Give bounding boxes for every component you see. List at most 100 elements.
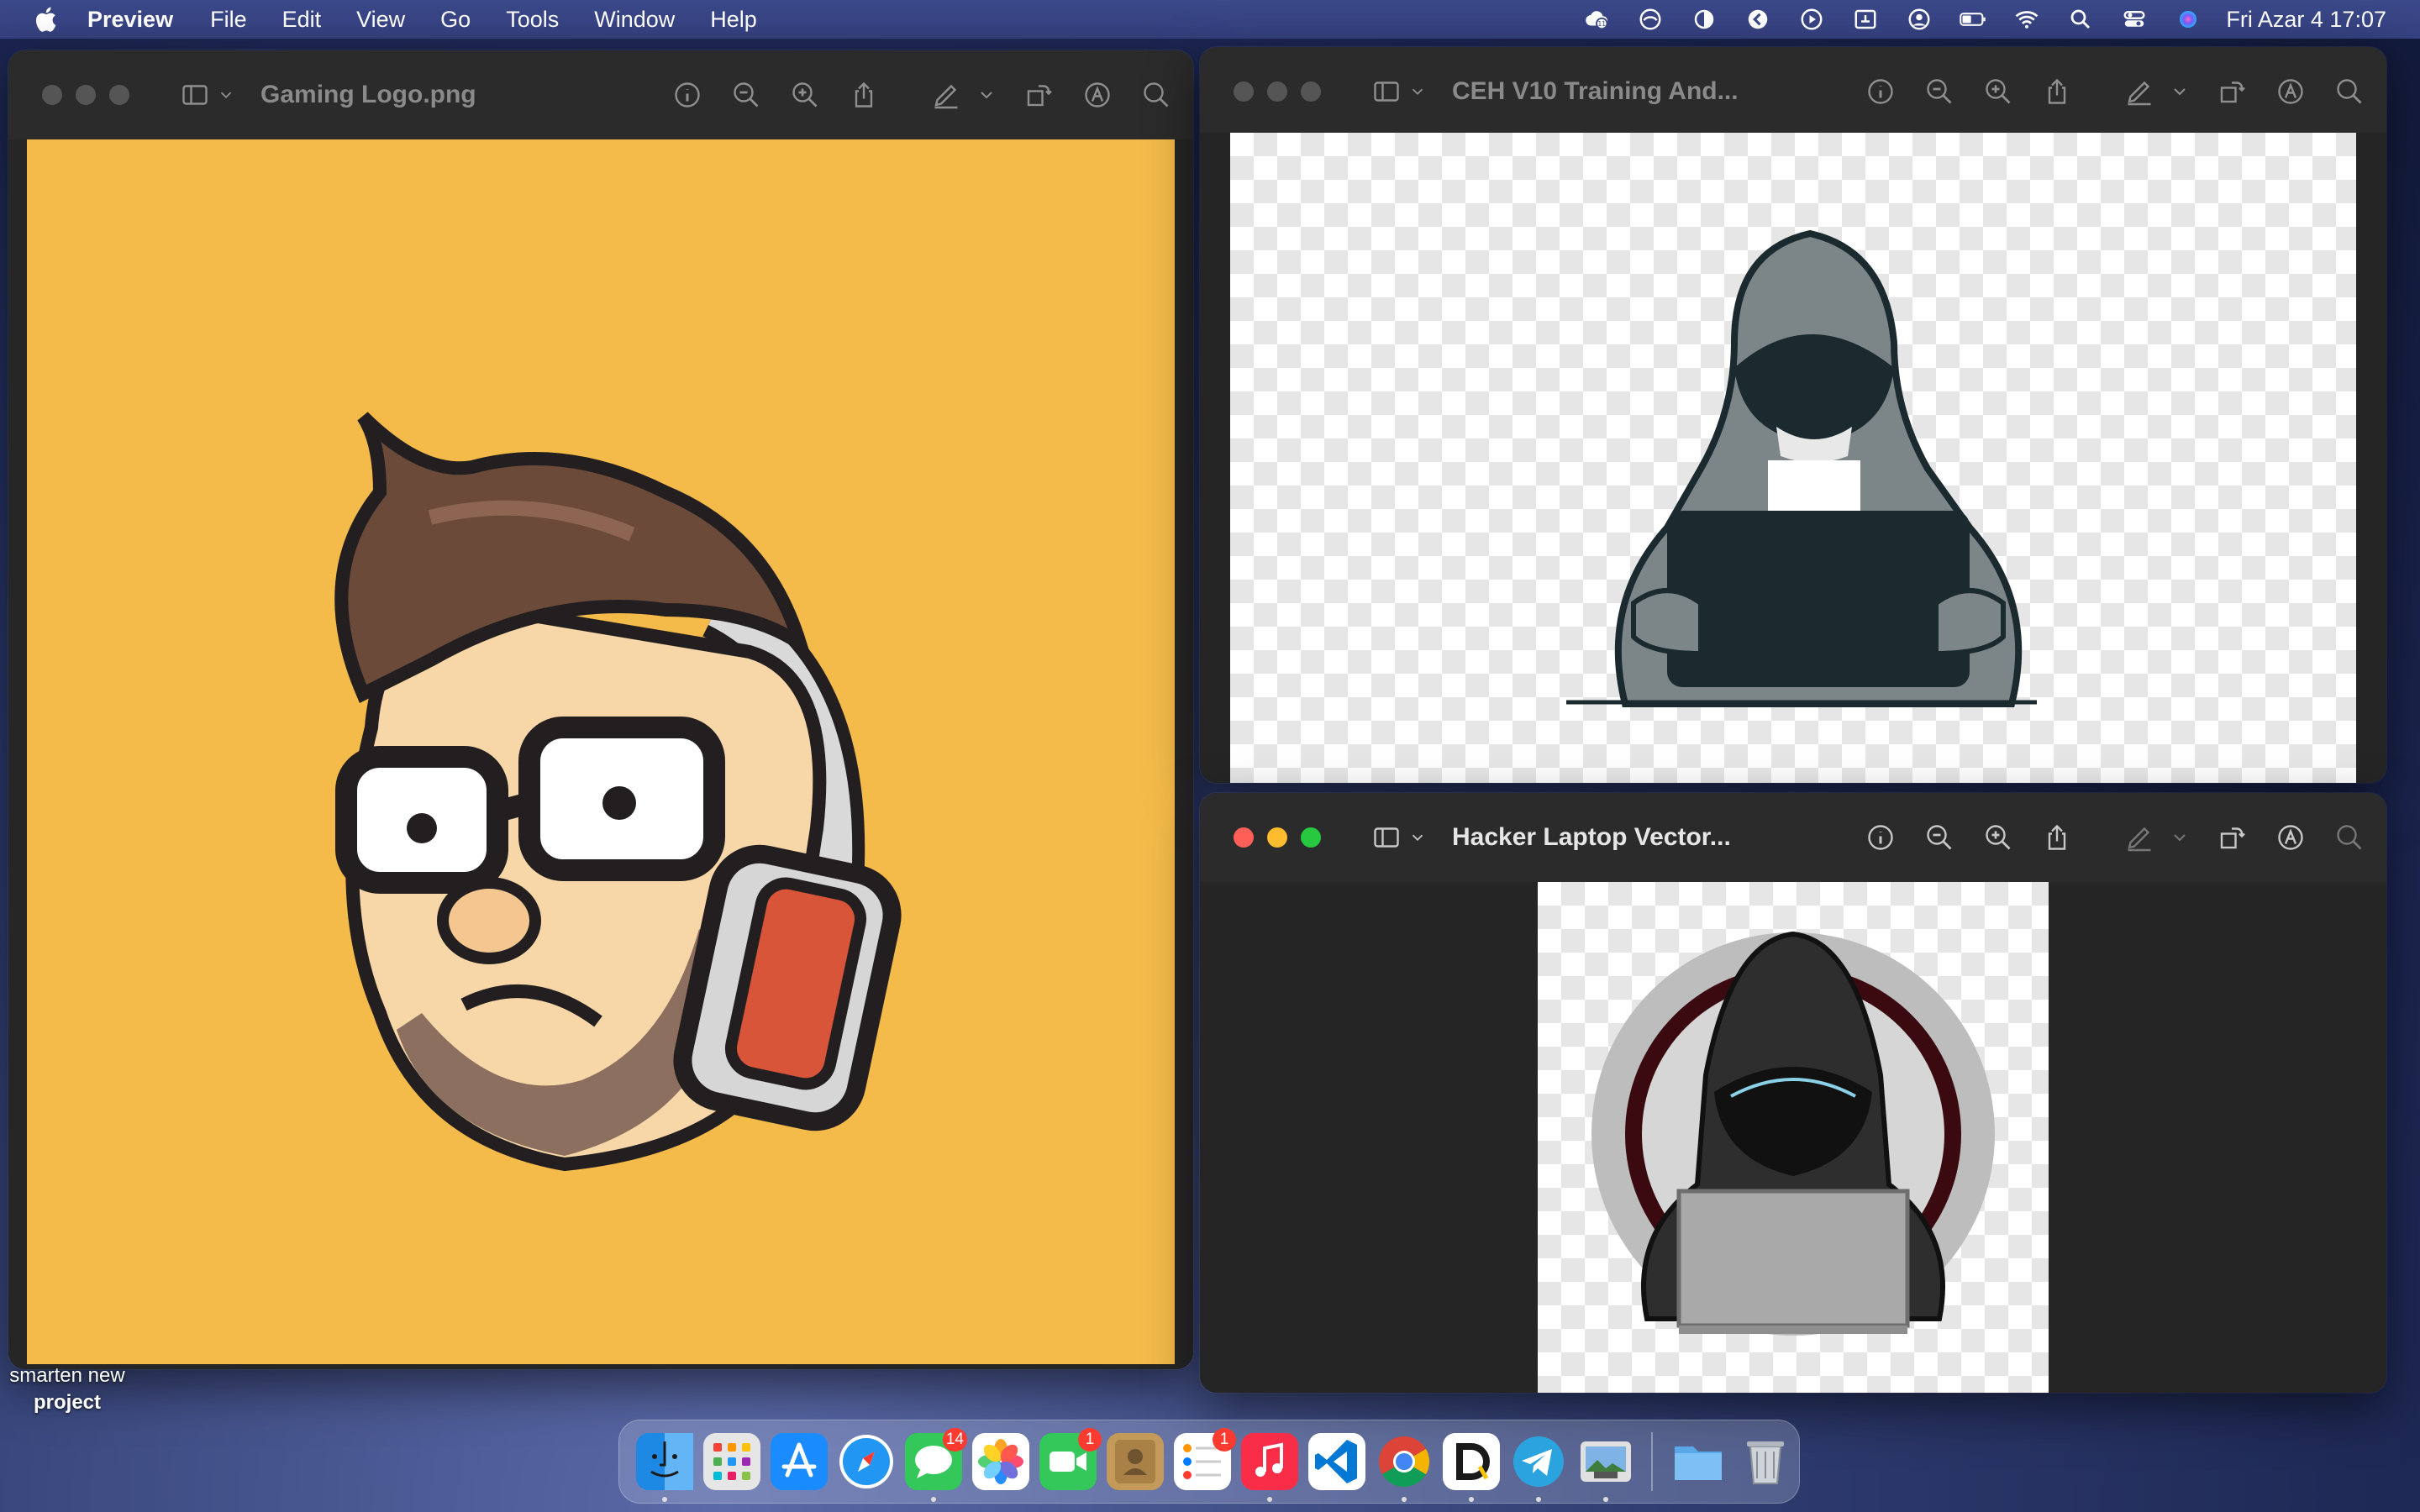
search-icon[interactable] xyxy=(2333,75,2366,108)
dock-chrome[interactable] xyxy=(1376,1433,1433,1502)
zoom-out-icon[interactable] xyxy=(1923,821,1956,854)
share-icon[interactable] xyxy=(2040,821,2074,854)
window-titlebar[interactable]: Gaming Logo.png xyxy=(8,50,1193,139)
zoom-button[interactable] xyxy=(1301,81,1321,102)
hacker-laptop-image xyxy=(1538,882,2049,1393)
contrast-icon[interactable] xyxy=(1688,6,1720,33)
dock-facetime[interactable]: 1 xyxy=(1039,1428,1102,1490)
window-title: Hacker Laptop Vector... xyxy=(1452,823,1731,851)
share-icon[interactable] xyxy=(847,78,881,112)
desktop-item-label[interactable]: smarten new project xyxy=(0,1362,134,1416)
share-icon[interactable] xyxy=(2040,75,2074,108)
zoom-in-icon[interactable] xyxy=(1981,821,2015,854)
chevron-down-icon[interactable] xyxy=(1408,75,1427,108)
app-store-icon xyxy=(771,1433,828,1490)
battery-icon[interactable] xyxy=(1957,6,1989,33)
dock-vscode[interactable] xyxy=(1308,1433,1365,1490)
image-canvas xyxy=(8,139,1193,1369)
menu-app-preview[interactable]: Preview xyxy=(87,7,173,33)
menu-go[interactable]: Go xyxy=(440,7,471,33)
markup-pen-icon[interactable] xyxy=(2123,75,2156,108)
minimize-button[interactable] xyxy=(1267,81,1287,102)
rotate-icon[interactable] xyxy=(1022,78,1055,112)
window-titlebar[interactable]: CEH V10 Training And... xyxy=(1200,47,2386,136)
menu-view[interactable]: View xyxy=(356,7,405,33)
user-circle-icon[interactable] xyxy=(1903,6,1935,33)
preview-window-gaming-logo: Gaming Logo.png xyxy=(8,50,1193,1369)
chrome-icon xyxy=(1379,1436,1430,1487)
zoom-in-icon[interactable] xyxy=(788,78,822,112)
markup-pen-icon[interactable] xyxy=(929,78,963,112)
dock-telegram[interactable] xyxy=(1510,1433,1567,1502)
menu-window[interactable]: Window xyxy=(594,7,675,33)
dock-reminders[interactable]: 1 xyxy=(1174,1428,1236,1490)
arrow-circle-icon[interactable] xyxy=(1742,6,1774,33)
markup-icon[interactable] xyxy=(2274,75,2307,108)
dock-contacts[interactable] xyxy=(1107,1433,1164,1490)
chevron-down-icon[interactable] xyxy=(2170,75,2190,108)
dock-finder[interactable] xyxy=(636,1433,693,1502)
wifi-icon[interactable] xyxy=(2011,6,2043,33)
dock-trash[interactable] xyxy=(1737,1433,1794,1490)
window-title: Gaming Logo.png xyxy=(260,81,476,108)
close-button[interactable] xyxy=(1234,827,1254,848)
hooded-hacker-illustration xyxy=(1566,229,2037,707)
creative-cloud-icon[interactable]: 11 xyxy=(1581,6,1612,33)
dock-music[interactable] xyxy=(1241,1433,1298,1502)
chevron-down-icon[interactable] xyxy=(976,78,997,112)
info-icon[interactable] xyxy=(671,78,704,112)
preview-window-hacker-laptop: Hacker Laptop Vector... xyxy=(1200,793,2386,1393)
markup-pen-icon[interactable] xyxy=(2123,821,2156,854)
dock-app-store[interactable] xyxy=(771,1433,828,1490)
zoom-button[interactable] xyxy=(109,85,129,105)
search-icon[interactable] xyxy=(1139,78,1173,112)
dock-messages[interactable]: 14 xyxy=(905,1428,967,1502)
chevron-down-icon[interactable] xyxy=(217,78,235,112)
sidebar-icon[interactable] xyxy=(1370,821,1403,854)
notification-badge: 1 xyxy=(1078,1428,1102,1452)
contacts-icon xyxy=(1107,1433,1164,1490)
close-button[interactable] xyxy=(1234,81,1254,102)
rotate-icon[interactable] xyxy=(2215,821,2249,854)
chevron-down-icon[interactable] xyxy=(1408,821,1427,854)
sidebar-icon[interactable] xyxy=(178,78,212,112)
dock-launchpad[interactable] xyxy=(703,1433,760,1490)
dock-preview[interactable] xyxy=(1577,1433,1634,1502)
dock-downloads[interactable] xyxy=(1670,1433,1727,1490)
dock-safari[interactable] xyxy=(838,1433,895,1490)
zoom-button[interactable] xyxy=(1301,827,1321,848)
info-icon[interactable] xyxy=(1864,821,1897,854)
window-titlebar[interactable]: Hacker Laptop Vector... xyxy=(1200,793,2386,882)
spotlight-icon[interactable] xyxy=(2065,6,2096,33)
apple-menu-icon[interactable] xyxy=(32,4,62,34)
menu-tools[interactable]: Tools xyxy=(506,7,559,33)
menubar-clock[interactable]: Fri Azar 4 17:07 xyxy=(2226,7,2386,33)
minimize-button[interactable] xyxy=(76,85,96,105)
zoom-in-icon[interactable] xyxy=(1981,75,2015,108)
minimize-button[interactable] xyxy=(1267,827,1287,848)
menu-help[interactable]: Help xyxy=(710,7,757,33)
close-button[interactable] xyxy=(42,85,62,105)
markup-icon[interactable] xyxy=(1081,78,1114,112)
info-icon[interactable] xyxy=(1864,75,1897,108)
cloud-sync-icon[interactable] xyxy=(1634,6,1666,33)
siri-icon[interactable] xyxy=(2172,6,2204,33)
chevron-down-icon[interactable] xyxy=(2170,821,2190,854)
menu-file[interactable]: File xyxy=(210,7,247,33)
dock-photos[interactable] xyxy=(972,1433,1029,1490)
svg-text:11: 11 xyxy=(1598,20,1607,28)
sidebar-icon[interactable] xyxy=(1370,75,1403,108)
zoom-out-icon[interactable] xyxy=(729,78,763,112)
play-circle-icon[interactable] xyxy=(1796,6,1828,33)
zoom-out-icon[interactable] xyxy=(1923,75,1956,108)
screen-text-icon[interactable] xyxy=(1849,6,1881,33)
markup-icon[interactable] xyxy=(2274,821,2307,854)
search-icon[interactable] xyxy=(2333,821,2366,854)
menu-edit[interactable]: Edit xyxy=(282,7,322,33)
dock-dictionary[interactable] xyxy=(1443,1433,1500,1502)
desktop-label-line2: project xyxy=(33,1391,101,1414)
toolbar xyxy=(645,78,1173,112)
preview-window-ceh-training: CEH V10 Training And... xyxy=(1200,47,2386,783)
control-center-icon[interactable] xyxy=(2118,6,2150,33)
rotate-icon[interactable] xyxy=(2215,75,2249,108)
